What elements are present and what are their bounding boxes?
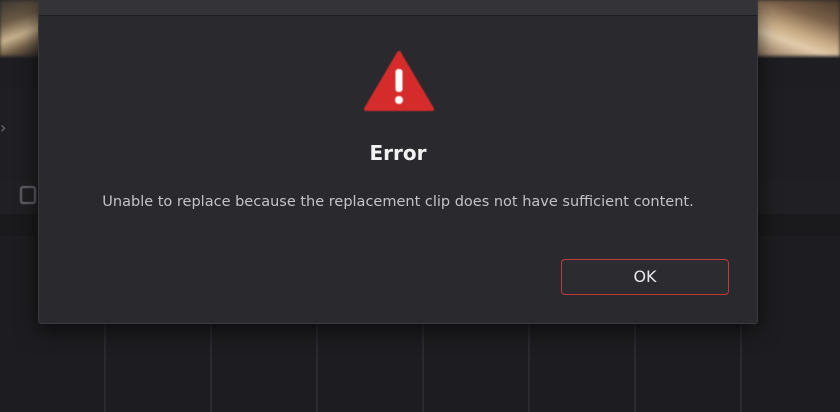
chevron-right-icon[interactable]: › [0,120,6,136]
dialog-message: Unable to replace because the replacemen… [102,194,694,210]
viewer-frame-left [0,0,40,56]
error-dialog: Error Unable to replace because the repl… [38,0,758,324]
track-lock-icon[interactable] [20,186,36,204]
dialog-title: Error [369,141,427,165]
dialog-titlebar[interactable] [39,0,757,16]
ok-button[interactable]: OK [561,259,729,295]
viewer-frame-right [756,0,840,56]
warning-icon [363,49,435,113]
